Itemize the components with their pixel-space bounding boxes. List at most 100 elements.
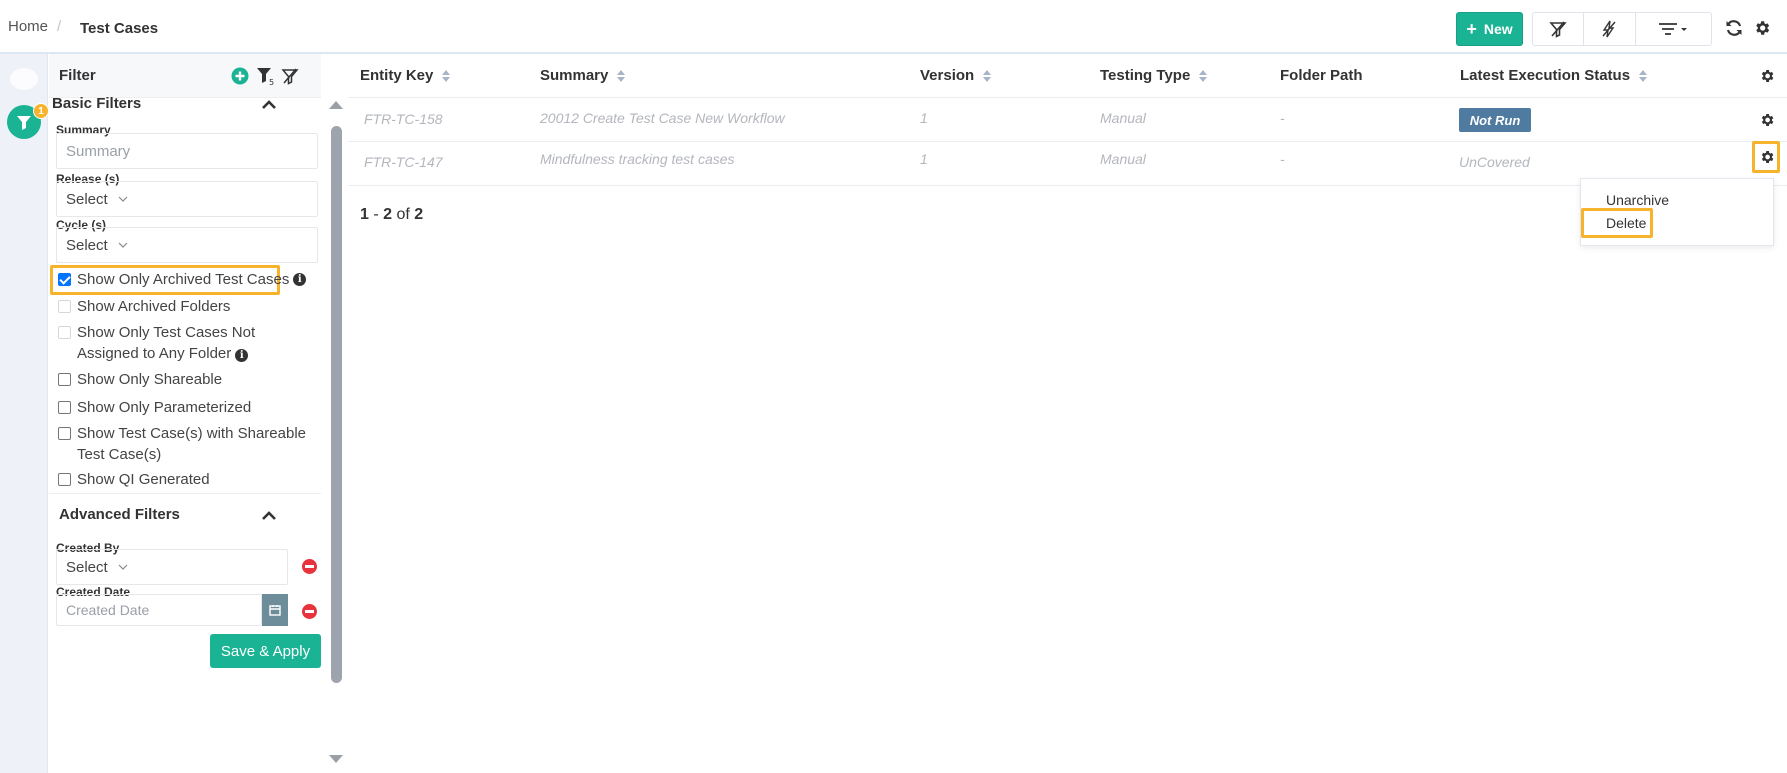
- column-label: Summary: [540, 67, 609, 84]
- toggle-columns-button[interactable]: [1584, 13, 1636, 45]
- sort-icon[interactable]: [617, 69, 626, 82]
- sort-icon[interactable]: [983, 69, 992, 82]
- sort-icon[interactable]: [1199, 69, 1208, 82]
- cell-folder-path: -: [1280, 151, 1285, 167]
- clear-all-filters-icon[interactable]: [280, 66, 300, 86]
- plus-icon: +: [1466, 19, 1477, 39]
- checkbox-label: Show Test Case(s) with Shareable Test Ca…: [77, 423, 306, 465]
- chevron-down-icon: [118, 564, 128, 570]
- checkbox[interactable]: [58, 373, 71, 386]
- table-row[interactable]: FTR-TC-147 Mindfulness tracking test cas…: [348, 141, 1787, 186]
- filter-clear-icon: [1549, 21, 1567, 38]
- archived-folders-checkbox[interactable]: Show Archived Folders: [58, 296, 230, 317]
- unassigned-folder-checkbox[interactable]: Show Only Test Cases Not Assigned to Any…: [58, 322, 255, 364]
- column-folder-path[interactable]: Folder Path: [1280, 67, 1363, 84]
- cycle-select[interactable]: Select: [56, 227, 318, 263]
- scroll-up-arrow[interactable]: [329, 101, 343, 109]
- pager-to: 2: [383, 206, 393, 223]
- release-select-value: Select: [66, 190, 108, 208]
- created-by-select-value: Select: [66, 558, 108, 576]
- summary-input[interactable]: Summary: [56, 133, 318, 169]
- remove-filter-icon[interactable]: [302, 559, 317, 574]
- checkbox-checked[interactable]: [58, 273, 71, 286]
- menu-item-unarchive[interactable]: Unarchive: [1606, 192, 1669, 208]
- sort-dropdown-button[interactable]: [1636, 13, 1711, 45]
- checkbox-label-line1: Show Test Case(s) with Shareable: [77, 425, 306, 442]
- checkbox-label: Show Only Shareable: [77, 371, 223, 388]
- chevron-down-icon: [118, 196, 128, 202]
- pager-from: 1: [360, 206, 369, 223]
- qi-generated-checkbox[interactable]: Show QI Generated: [58, 469, 210, 490]
- checkbox-label-line2: Assigned to Any Folder: [77, 345, 232, 362]
- cell-testing-type: Manual: [1100, 151, 1146, 167]
- clear-filter-button[interactable]: [1533, 13, 1585, 45]
- filter-count-badge: 1: [33, 103, 49, 119]
- cell-folder-path: -: [1280, 110, 1285, 126]
- divider: [49, 493, 321, 494]
- lightning-off-icon: [1602, 20, 1616, 38]
- column-version[interactable]: Version: [920, 67, 992, 84]
- calendar-button[interactable]: [262, 594, 288, 626]
- cell-summary[interactable]: 20012 Create Test Case New Workflow: [540, 110, 785, 126]
- checkbox[interactable]: [58, 427, 71, 440]
- save-apply-button[interactable]: Save & Apply: [210, 634, 321, 668]
- column-entity-key[interactable]: Entity Key: [360, 67, 451, 84]
- cell-version: 1: [920, 110, 928, 126]
- info-icon[interactable]: i: [235, 349, 249, 362]
- top-bar: Home / Test Cases + New: [0, 0, 1787, 54]
- shareable-checkbox[interactable]: Show Only Shareable: [58, 369, 222, 390]
- info-icon[interactable]: i: [293, 273, 307, 286]
- saved-filters-icon[interactable]: 5: [256, 66, 276, 86]
- svg-text:5: 5: [269, 78, 274, 86]
- column-latest-execution-status[interactable]: Latest Execution Status: [1460, 67, 1648, 84]
- new-button[interactable]: + New: [1456, 12, 1523, 46]
- scrollbar-thumb[interactable]: [331, 126, 342, 683]
- checkbox[interactable]: [58, 300, 71, 313]
- release-select[interactable]: Select: [56, 181, 318, 217]
- table-row[interactable]: FTR-TC-158 20012 Create Test Case New Wo…: [348, 98, 1787, 142]
- column-testing-type[interactable]: Testing Type: [1100, 67, 1208, 84]
- created-date-input[interactable]: Created Date: [56, 594, 262, 626]
- created-by-select[interactable]: Select: [56, 549, 288, 585]
- sort-lines-icon: [1659, 23, 1688, 35]
- pager-total: 2: [414, 206, 424, 223]
- column-summary[interactable]: Summary: [540, 67, 626, 84]
- folder-icon[interactable]: [10, 68, 38, 90]
- checkbox[interactable]: [58, 473, 71, 486]
- view-toolbar: [1532, 12, 1712, 46]
- cell-summary[interactable]: Mindfulness tracking test cases: [540, 151, 735, 167]
- row-actions-gear-icon[interactable]: [1759, 112, 1775, 128]
- scroll-down-arrow[interactable]: [329, 755, 343, 763]
- column-label: Version: [920, 67, 975, 84]
- checkbox-label: Show QI Generated: [77, 471, 210, 488]
- cycle-select-value: Select: [66, 236, 108, 254]
- sort-icon[interactable]: [442, 69, 451, 82]
- parameterized-checkbox[interactable]: Show Only Parameterized: [58, 397, 251, 418]
- left-rail: 1: [0, 54, 49, 773]
- pager-dash: -: [373, 206, 379, 223]
- checkbox[interactable]: [58, 401, 71, 414]
- row-action-menu: Unarchive Delete: [1580, 178, 1774, 246]
- collapse-caret-icon[interactable]: [261, 98, 277, 110]
- collapse-caret-icon[interactable]: [261, 509, 277, 521]
- cell-entity-key[interactable]: FTR-TC-158: [364, 111, 443, 127]
- settings-gear-icon[interactable]: [1751, 17, 1773, 39]
- sort-icon[interactable]: [1639, 69, 1648, 82]
- menu-item-delete[interactable]: Delete: [1606, 215, 1646, 231]
- status-badge: Not Run: [1459, 108, 1531, 132]
- calendar-icon: [269, 605, 281, 616]
- row-actions-gear-icon[interactable]: [1759, 149, 1775, 165]
- column-label: Latest Execution Status: [1460, 67, 1631, 84]
- refresh-icon[interactable]: [1723, 17, 1745, 39]
- basic-filters-title: Basic Filters: [52, 95, 142, 112]
- checkbox[interactable]: [58, 326, 71, 339]
- column-settings-gear-icon[interactable]: [1759, 68, 1775, 84]
- filter-panel-header: Filter 5: [49, 54, 321, 98]
- cell-entity-key[interactable]: FTR-TC-147: [364, 154, 443, 170]
- breadcrumb-home[interactable]: Home: [8, 18, 48, 35]
- add-filter-icon[interactable]: [230, 66, 250, 86]
- page-title: Test Cases: [80, 20, 159, 37]
- archived-test-cases-checkbox[interactable]: Show Only Archived Test Cases i: [58, 269, 307, 290]
- remove-filter-icon[interactable]: [302, 604, 317, 619]
- shareable-test-cases-checkbox[interactable]: Show Test Case(s) with Shareable Test Ca…: [58, 423, 306, 465]
